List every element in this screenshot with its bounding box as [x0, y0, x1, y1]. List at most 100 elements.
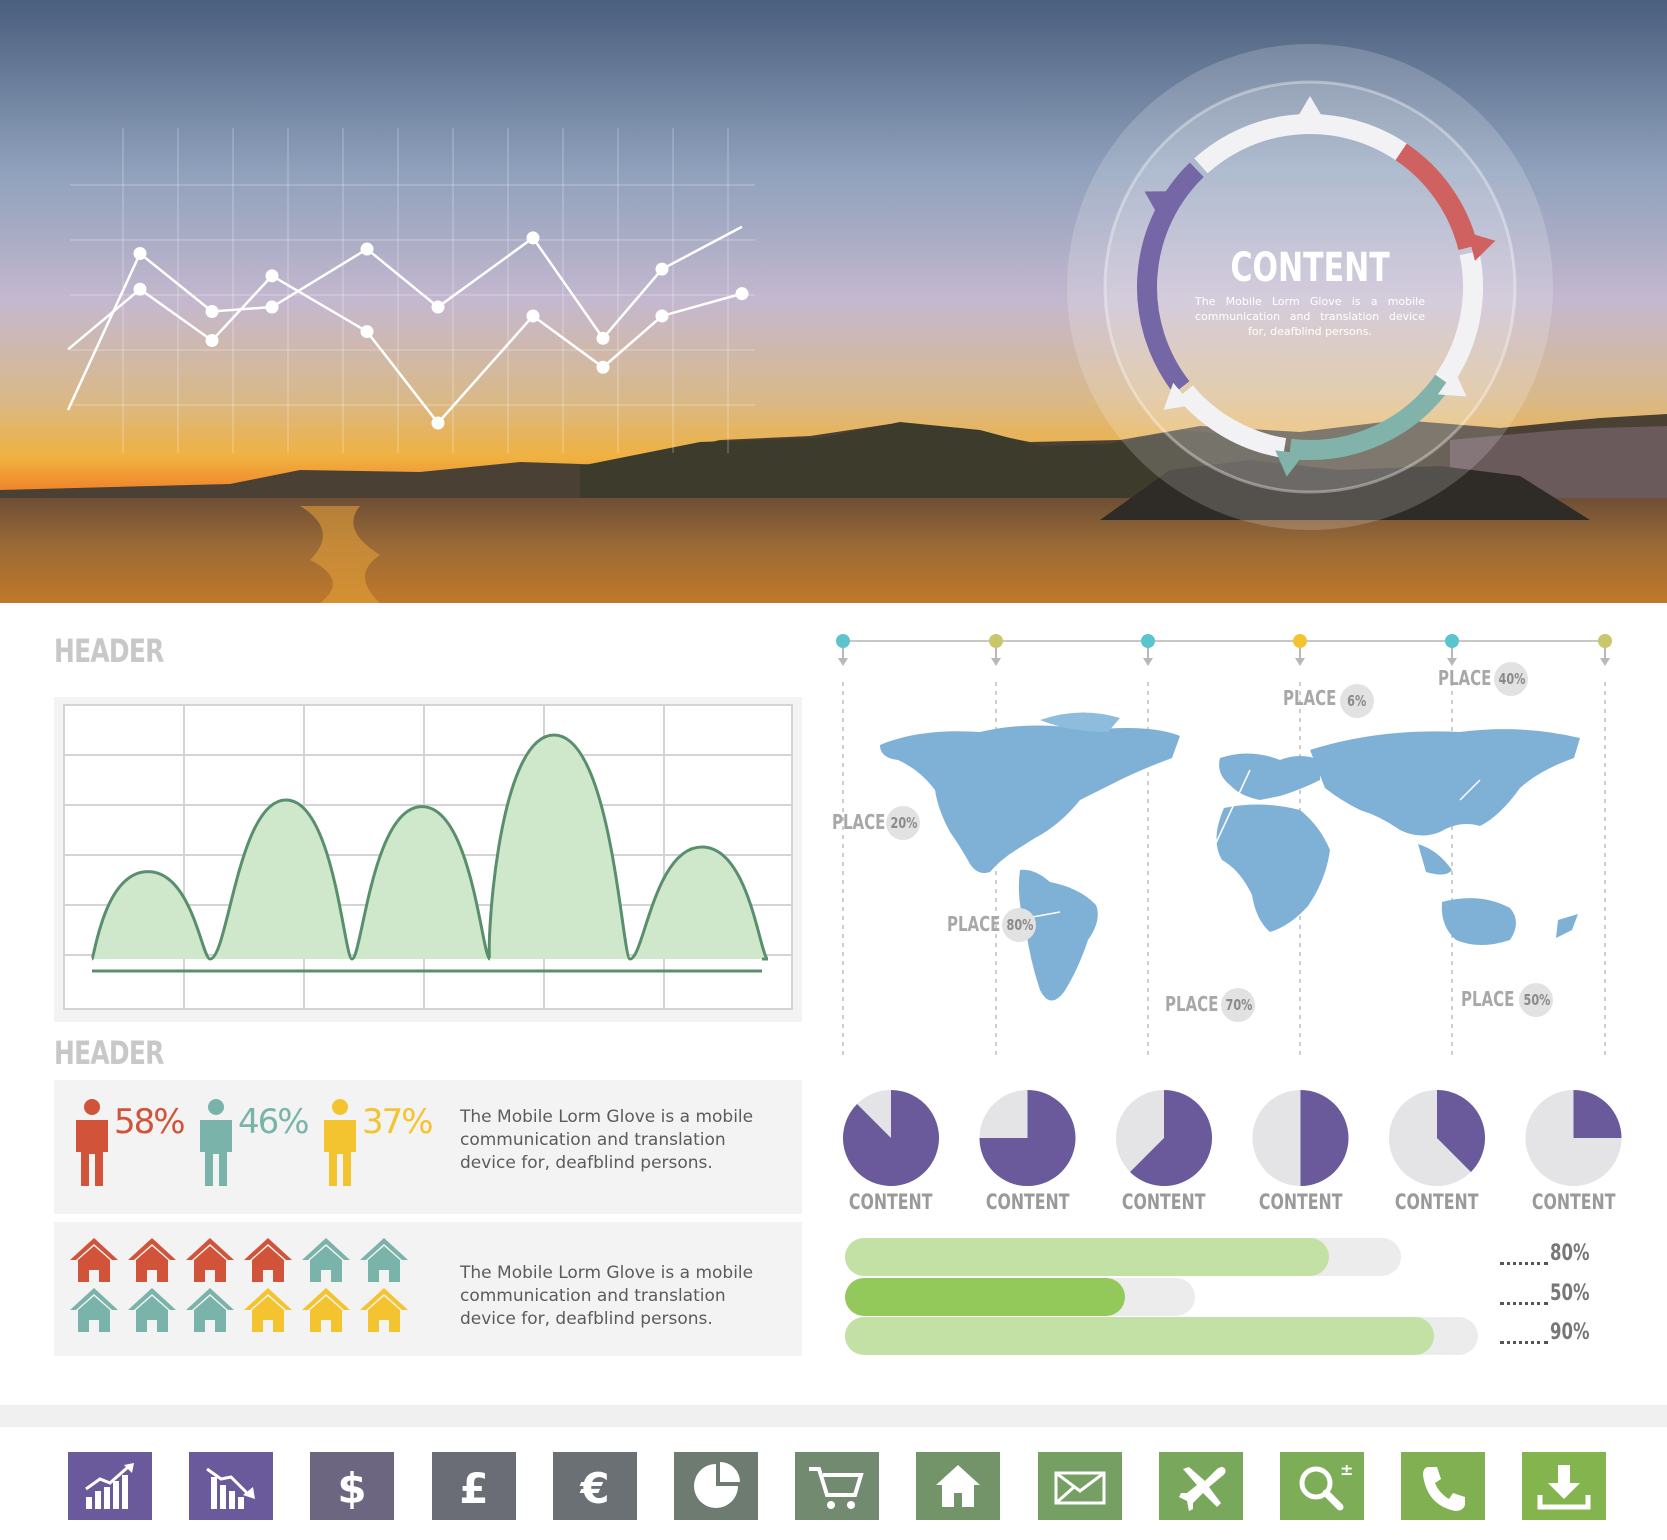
hero-series-point	[596, 360, 610, 374]
area-chart-header: HEADER	[54, 632, 164, 670]
house-icon	[244, 1238, 292, 1282]
mail-icon-glyph	[1054, 1471, 1106, 1505]
place-percent: 6%	[1340, 684, 1374, 718]
houses-description: The Mobile Lorm Glove is a mobile commun…	[460, 1263, 754, 1329]
hero-series-point	[431, 416, 445, 430]
pie-label: CONTENT	[1122, 1190, 1206, 1214]
house-icon	[360, 1288, 408, 1332]
place-percent: 20%	[886, 806, 920, 840]
chart-up-icon[interactable]	[68, 1452, 152, 1520]
person-percent: 37%	[362, 1102, 434, 1142]
hero-series-point	[133, 282, 147, 296]
house-icon	[186, 1238, 234, 1282]
house-icon	[302, 1238, 350, 1282]
hero-series-point	[205, 333, 219, 347]
place-percent: 80%	[1002, 908, 1036, 942]
progress-fill	[845, 1317, 1434, 1355]
timeline-dot	[836, 634, 850, 648]
area-chart-panel	[54, 697, 802, 1022]
timeline-dot	[1598, 634, 1612, 648]
pie-slice	[1300, 1090, 1349, 1186]
pound-icon[interactable]: £	[432, 1452, 516, 1520]
progress-value: 90%	[1550, 1320, 1590, 1345]
people-header: HEADER	[54, 1034, 164, 1072]
home-icon[interactable]	[916, 1452, 1000, 1520]
timeline-arrow	[1143, 658, 1153, 666]
place-percent: 40%	[1494, 662, 1528, 696]
pie-chart-icon[interactable]	[674, 1452, 758, 1520]
hero-series-point	[360, 325, 374, 339]
pound-icon-glyph: £	[459, 1464, 488, 1513]
timeline-dot	[989, 634, 1003, 648]
search-icon-glyph: ±	[1299, 1460, 1352, 1511]
people-description: The Mobile Lorm Glove is a mobile commun…	[460, 1107, 754, 1173]
icon-strip-divider	[0, 1405, 1667, 1427]
plane-icon-glyph	[1179, 1467, 1226, 1511]
house-icon	[70, 1288, 118, 1332]
pie-label: CONTENT	[985, 1190, 1070, 1214]
hero-series-point	[596, 331, 610, 345]
world-map	[880, 712, 1580, 1001]
pie-label: CONTENT	[1258, 1190, 1343, 1214]
hero-series-point	[526, 309, 540, 323]
svg-text:€: €	[579, 1464, 609, 1513]
mail-icon[interactable]	[1038, 1452, 1122, 1520]
pie-chart-icon-glyph	[694, 1462, 740, 1508]
hero-series-point	[655, 262, 669, 276]
hero-series-point	[431, 300, 445, 314]
hero-series-point	[265, 300, 279, 314]
dollar-icon-glyph: $	[337, 1464, 366, 1513]
pie-label: CONTENT	[849, 1190, 933, 1214]
svg-text:±: ±	[1340, 1460, 1352, 1479]
progress-fill	[845, 1238, 1329, 1276]
euro-icon-glyph: €	[579, 1464, 609, 1513]
chart-down-icon[interactable]	[189, 1452, 273, 1520]
hero-series-point	[360, 242, 374, 256]
search-icon[interactable]: ±	[1280, 1452, 1364, 1520]
plane-icon[interactable]	[1159, 1452, 1243, 1520]
timeline-arrow	[1295, 658, 1305, 666]
home-icon-glyph	[936, 1465, 980, 1507]
person-percent: 58%	[114, 1102, 186, 1142]
progress-leader	[1500, 1341, 1548, 1344]
download-icon-glyph	[1537, 1465, 1591, 1510]
phone-icon[interactable]	[1401, 1452, 1485, 1520]
cart-icon[interactable]	[795, 1452, 879, 1520]
progress-value: 50%	[1550, 1281, 1590, 1306]
hero-series-point	[265, 269, 279, 283]
hero-series-point	[735, 287, 749, 301]
timeline-arrow	[838, 658, 848, 666]
ring-text: The Mobile Lorm Glove is a mobile commun…	[1195, 295, 1425, 338]
progress-track	[845, 1317, 1478, 1355]
timeline-dot	[1141, 634, 1155, 648]
progress-leader	[1500, 1302, 1548, 1305]
house-icon	[128, 1288, 176, 1332]
house-icon	[244, 1288, 292, 1332]
place-percent: 70%	[1221, 988, 1255, 1022]
person-icon	[200, 1099, 232, 1186]
ring-title: CONTENT	[1230, 245, 1390, 291]
timeline-dot	[1293, 634, 1307, 648]
svg-text:$: $	[337, 1464, 366, 1513]
timeline-dot	[1445, 634, 1459, 648]
dollar-icon[interactable]: $	[310, 1452, 394, 1520]
euro-icon[interactable]: €	[553, 1452, 637, 1520]
houses-grid	[70, 1238, 408, 1332]
house-icon	[128, 1238, 176, 1282]
hero-series-point	[655, 309, 669, 323]
progress-track	[845, 1278, 1195, 1316]
timeline-arrow	[1600, 658, 1610, 666]
person-icon	[324, 1099, 356, 1186]
chart-up-icon-glyph	[85, 1463, 134, 1509]
hero-series-point	[526, 231, 540, 245]
svg-text:£: £	[459, 1464, 488, 1513]
progress-fill	[845, 1278, 1125, 1316]
pie-label: CONTENT	[1395, 1190, 1479, 1214]
cart-icon-glyph	[809, 1467, 864, 1509]
download-icon[interactable]	[1522, 1452, 1606, 1520]
house-icon	[70, 1238, 118, 1282]
pie-slice	[1573, 1090, 1622, 1138]
person-percent: 46%	[238, 1102, 310, 1142]
progress-value: 80%	[1550, 1241, 1590, 1266]
map-pointer-line	[1359, 879, 1421, 893]
